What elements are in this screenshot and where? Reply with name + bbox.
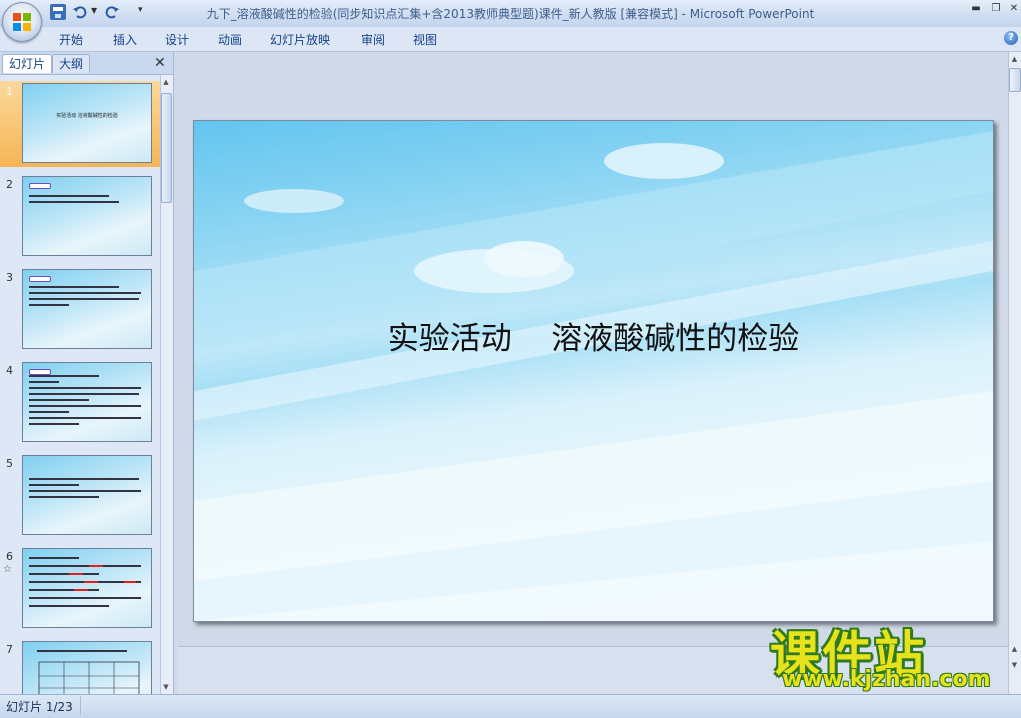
slide-scrollbar[interactable] (1008, 52, 1021, 694)
thumbnail-preview (22, 269, 152, 349)
thumbnail-text-lines (29, 286, 141, 306)
restore-icon[interactable]: ❐ (988, 3, 1004, 15)
minimize-icon[interactable]: ▬ (968, 3, 984, 15)
scroll-down-icon[interactable]: ▼ (161, 682, 171, 692)
thumbnail-text-lines (29, 375, 141, 425)
scroll-up-icon[interactable]: ▲ (161, 77, 171, 87)
slide-background-art (194, 131, 993, 621)
slide-counter: 幻灯片 1/23 (6, 700, 73, 714)
thumbnail-table (37, 650, 140, 694)
thumbnail-list: 1 实验活动 溶液酸碱性的检验 2 3 4 5 6 ☆ 7 (0, 75, 160, 694)
slide-thumbnail-1[interactable]: 1 实验活动 溶液酸碱性的检验 (0, 81, 160, 167)
tab-animations[interactable]: 动画 (218, 31, 242, 48)
watermark-url: www.kjzhan.com (782, 667, 991, 692)
slide-thumbnail-2[interactable]: 2 (0, 174, 160, 260)
thumbnail-preview (22, 455, 152, 535)
slide-title[interactable]: 实验活动 溶液酸碱性的检验 (194, 313, 993, 358)
tab-slideshow[interactable]: 幻灯片放映 (270, 31, 330, 48)
slide-number: 4 (6, 364, 13, 377)
slide-thumbnail-5[interactable]: 5 (0, 453, 160, 539)
slide-thumbnail-4[interactable]: 4 (0, 360, 160, 446)
slide-thumbnail-7[interactable]: 7 (0, 639, 160, 694)
tab-insert[interactable]: 插入 (113, 31, 137, 48)
ribbon-tab-bar (0, 27, 1021, 52)
animation-star-icon[interactable]: ☆ (3, 564, 12, 575)
thumbnail-scroll-thumb[interactable] (161, 93, 172, 203)
slide-number: 6 (6, 550, 13, 563)
slide-number: 3 (6, 271, 13, 284)
thumbnail-text-lines (29, 195, 119, 203)
slide-number: 7 (6, 643, 13, 656)
slide-scroll-thumb[interactable] (1009, 68, 1021, 92)
thumbnail-preview (22, 641, 152, 694)
window-title: 九下_溶液酸碱性的检验(同步知识点汇集+含2013教师典型题)课件_新人教版 [… (0, 5, 1021, 22)
tab-review[interactable]: 审阅 (361, 31, 385, 48)
tab-view[interactable]: 视图 (413, 31, 437, 48)
slide-thumbnail-6[interactable]: 6 ☆ (0, 546, 160, 632)
close-window-icon[interactable]: ✕ (1006, 3, 1021, 15)
title-separator: - (677, 7, 690, 21)
thumbnail-title: 实验活动 溶液酸碱性的检验 (56, 113, 118, 119)
thumbnail-preview: 实验活动 溶液酸碱性的检验 (22, 83, 152, 163)
help-icon[interactable]: ? (1004, 31, 1018, 45)
next-slide-icon[interactable]: ▼ (1009, 660, 1020, 670)
thumbnail-text-lines (29, 557, 141, 607)
thumbnail-preview (22, 548, 152, 628)
scroll-up-icon[interactable]: ▲ (1009, 54, 1020, 64)
title-document: 九下_溶液酸碱性的检验(同步知识点汇集+含2013教师典型题)课件_新人教版 [… (206, 7, 678, 21)
thumbnail-text-lines (29, 478, 141, 498)
status-divider (80, 696, 81, 715)
tab-slides[interactable]: 幻灯片 (2, 54, 53, 73)
office-logo-icon (13, 13, 31, 31)
thumbnail-badge (29, 276, 51, 282)
current-slide[interactable]: 实验活动 溶液酸碱性的检验 (193, 120, 994, 622)
thumbnail-preview (22, 362, 152, 442)
status-bar (0, 694, 1021, 718)
previous-slide-icon[interactable]: ▲ (1009, 644, 1020, 654)
close-panel-icon[interactable]: ✕ (154, 55, 166, 71)
slide-thumbnail-3[interactable]: 3 (0, 267, 160, 353)
thumbnail-preview (22, 176, 152, 256)
tab-home[interactable]: 开始 (59, 31, 83, 48)
office-button[interactable] (2, 2, 42, 42)
slide-number: 2 (6, 178, 13, 191)
thumbnail-badge (29, 183, 51, 189)
tab-outline[interactable]: 大纲 (52, 54, 91, 73)
slide-number: 1 (6, 85, 13, 98)
tab-design[interactable]: 设计 (165, 31, 189, 48)
slide-number: 5 (6, 457, 13, 470)
title-application: Microsoft PowerPoint (689, 7, 815, 21)
